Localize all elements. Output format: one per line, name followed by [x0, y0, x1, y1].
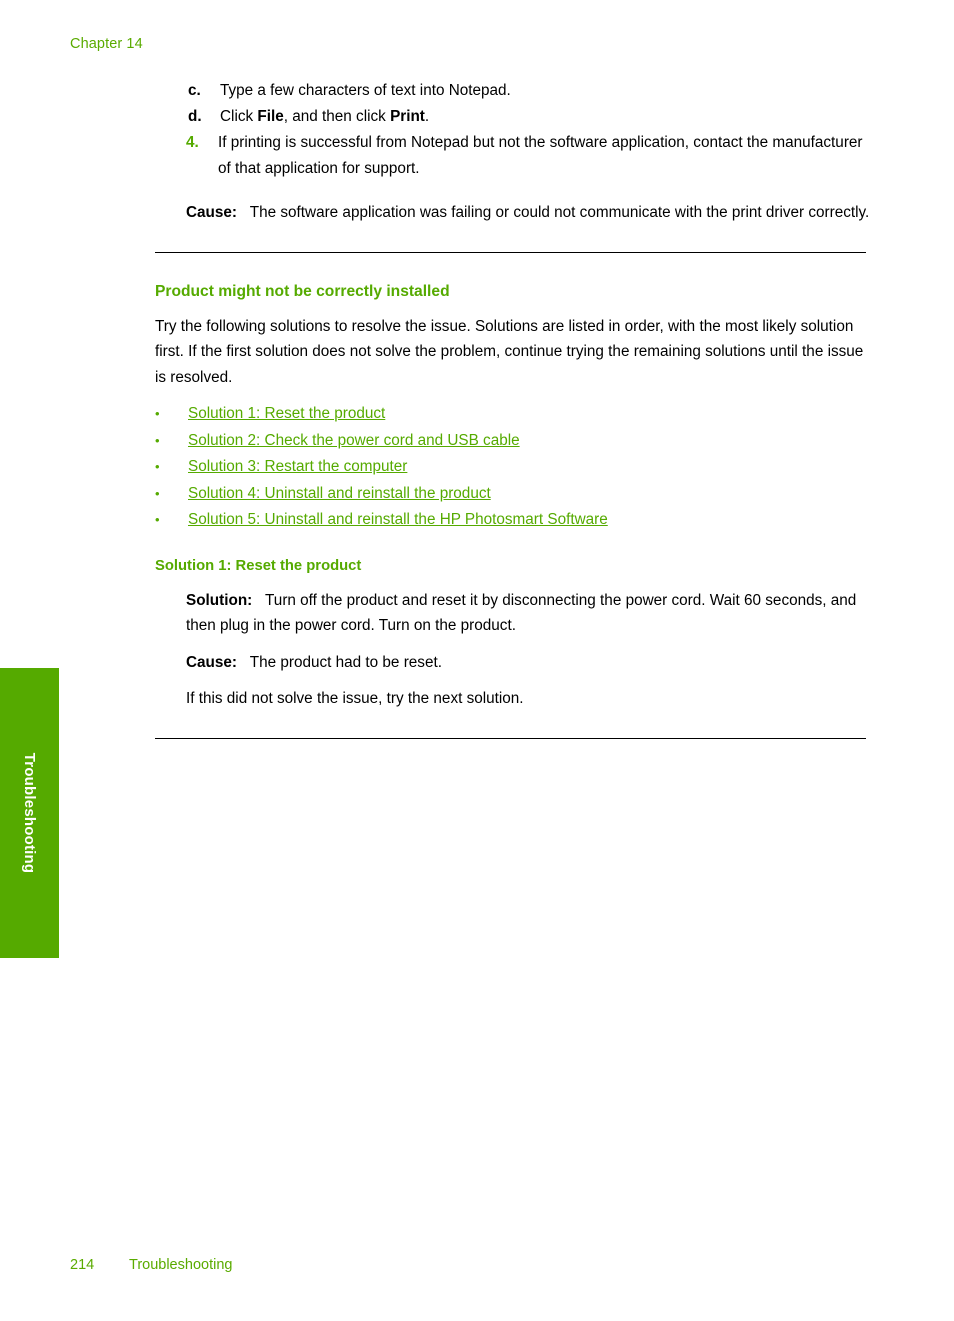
substep-c-text-run: Type a few characters of text into Notep… — [220, 82, 511, 99]
next-solution-paragraph: If this did not solve the issue, try the… — [186, 690, 524, 708]
substep-d: d. Click File, and then click Print. — [155, 104, 870, 130]
step-4: 4. If printing is successful from Notepa… — [155, 130, 870, 181]
solution-1-text: Turn off the product and reset it by dis… — [186, 591, 857, 635]
cause-2-text: The product had to be reset. — [249, 653, 442, 671]
substep-c: c. Type a few characters of text into No… — [155, 78, 870, 104]
substep-d-bold-file: File — [257, 107, 284, 125]
divider-bottom — [155, 737, 866, 739]
side-tab-troubleshooting: Troubleshooting — [0, 668, 59, 958]
substep-d-text-mid: , and then click — [283, 107, 391, 125]
bullet-icon: • — [155, 459, 160, 475]
substep-d-text-after: . — [424, 107, 430, 125]
side-tab-label: Troubleshooting — [21, 752, 38, 874]
bullet-icon: • — [155, 406, 160, 421]
cause-2-label: Cause: — [186, 653, 238, 671]
link-solution-3[interactable]: Solution 3: Restart the computer — [188, 454, 407, 481]
list-item: • Solution 2: Check the power cord and U… — [155, 428, 870, 455]
bullet-icon: • — [155, 485, 160, 501]
list-item: • Solution 3: Restart the computer — [155, 454, 870, 481]
bullet-icon: • — [155, 432, 160, 448]
substep-d-marker: d. — [188, 107, 202, 125]
bullet-icon: • — [155, 512, 160, 528]
list-item: • Solution 4: Uninstall and reinstall th… — [155, 481, 870, 508]
substep-d-text-before: Click — [220, 107, 258, 125]
link-solution-1[interactable]: Solution 1: Reset the product — [188, 401, 385, 428]
cause-1-text: The software application was failing or … — [249, 204, 870, 221]
section-intro-paragraph: Try the following solutions to resolve t… — [155, 317, 864, 386]
footer-section-name: Troubleshooting — [129, 1257, 233, 1273]
link-solution-5[interactable]: Solution 5: Uninstall and reinstall the … — [188, 507, 608, 534]
list-item: • Solution 5: Uninstall and reinstall th… — [155, 507, 870, 534]
substep-d-bold-print: Print — [390, 107, 425, 125]
solution-link-list: • Solution 1: Reset the product • Soluti… — [155, 401, 870, 534]
page-footer: 214 Troubleshooting — [70, 1257, 232, 1273]
list-item: • Solution 1: Reset the product — [155, 401, 870, 428]
link-solution-4[interactable]: Solution 4: Uninstall and reinstall the … — [188, 481, 491, 508]
solution-1-heading: Solution 1: Reset the product — [155, 557, 362, 574]
page-content: c. Type a few characters of text into No… — [155, 78, 870, 739]
cause-paragraph-1: Cause: The software application was fail… — [186, 200, 870, 226]
solution-1-label: Solution: — [186, 591, 253, 609]
cause-paragraph-2: Cause: The product had to be reset. — [186, 650, 870, 676]
substep-d-text: Click File, and then click Print. — [220, 104, 870, 130]
cause-1-label: Cause: — [186, 204, 238, 221]
substep-c-text: Type a few characters of text into Notep… — [220, 78, 870, 104]
footer-page-number: 214 — [70, 1257, 95, 1273]
solution-1-paragraph: Solution: Turn off the product and reset… — [186, 588, 870, 639]
substep-c-marker: c. — [188, 82, 201, 99]
chapter-header: Chapter 14 — [70, 36, 143, 52]
step-4-text: If printing is successful from Notepad b… — [218, 134, 863, 177]
link-solution-2[interactable]: Solution 2: Check the power cord and USB… — [188, 428, 520, 455]
step-4-marker: 4. — [186, 134, 199, 151]
section-heading: Product might not be correctly installed — [155, 282, 450, 300]
